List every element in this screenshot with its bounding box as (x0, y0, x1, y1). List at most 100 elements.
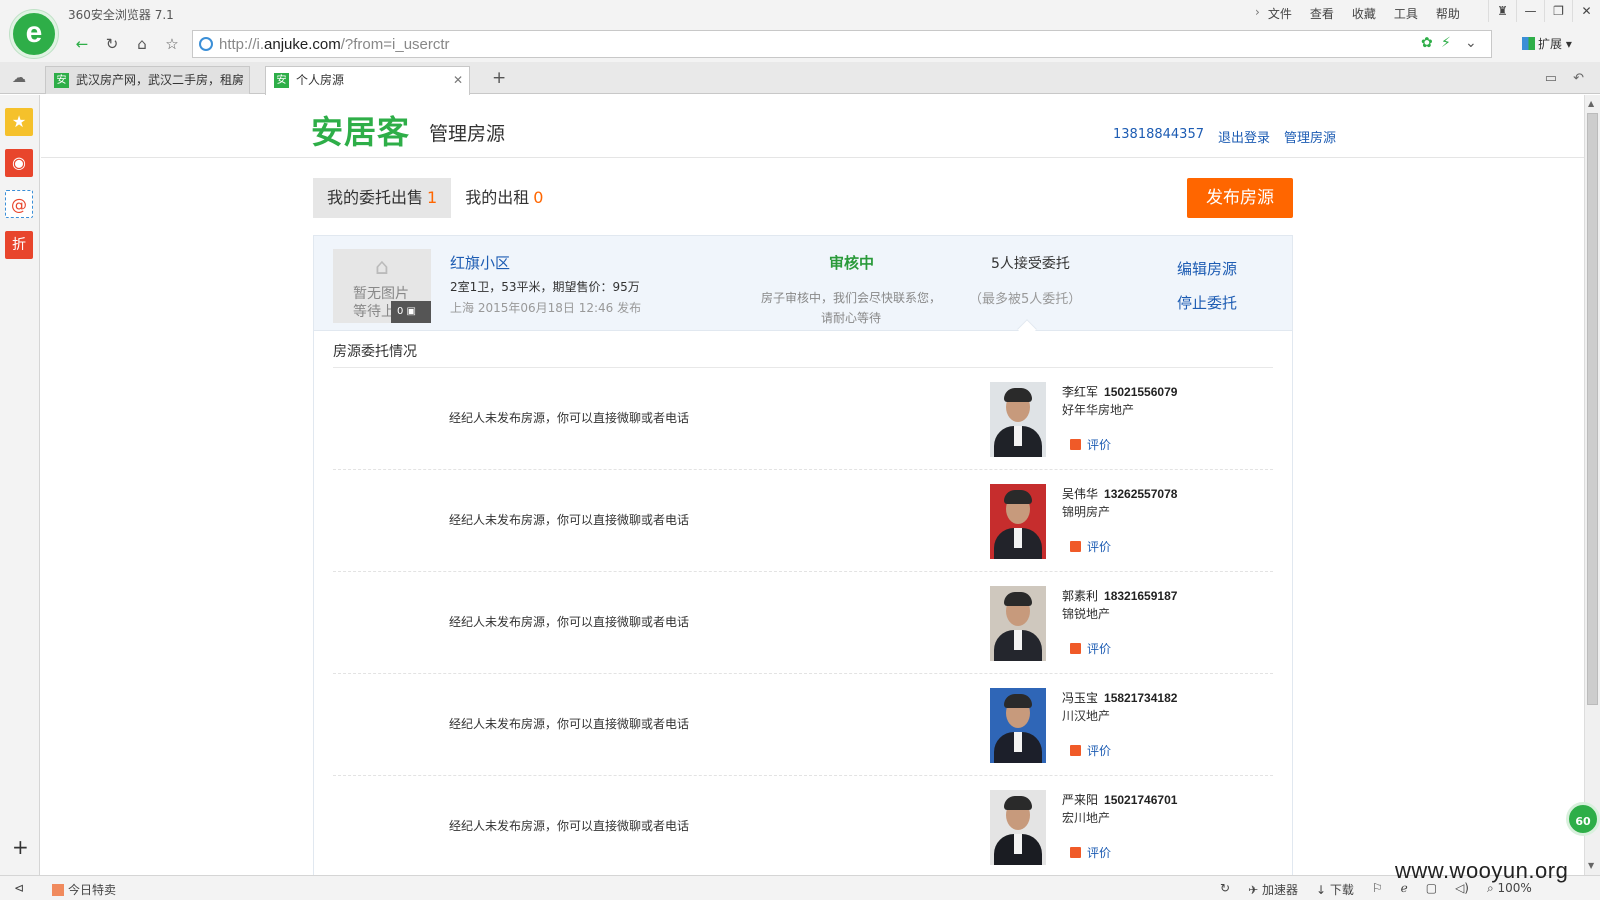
address-bar[interactable]: http://i.anjuke.com/?from=i_userctr ✿ ⚡ … (192, 30, 1492, 58)
listing-actions: 编辑房源 停止委托 (1177, 252, 1237, 320)
rate-agent-button[interactable]: 评价 (1070, 538, 1111, 555)
rate-icon (1070, 439, 1081, 450)
listing-thumbnail[interactable]: ⌂ 暂无图片 等待上 0 ▣ (333, 249, 431, 323)
menu-chevron-icon[interactable]: › (1255, 5, 1260, 22)
tab-list-icon[interactable]: ▭ (1545, 71, 1557, 86)
discount-icon[interactable]: 折 (5, 231, 33, 259)
agent-name: 吴伟华 13262557078 (1062, 487, 1178, 501)
home-button[interactable]: ⌂ (130, 32, 154, 56)
page-title: 管理房源 (429, 123, 506, 145)
download-button[interactable]: ↓ 下载 (1316, 881, 1354, 898)
agent-message: 经纪人未发布房源，你可以直接微聊或者电话 (449, 615, 690, 629)
browser-sidebar: ★ ◉ @ 折 + (0, 95, 40, 875)
collapse-sidebar-icon[interactable]: ⊲ (14, 881, 24, 895)
cloud-icon[interactable]: ☁ (12, 70, 26, 86)
back-button[interactable]: ← (70, 32, 94, 56)
rate-agent-button[interactable]: 评价 (1070, 640, 1111, 657)
status-badge: 审核中 (829, 254, 875, 272)
nav-buttons: ← ↻ ⌂ ☆ (70, 32, 184, 56)
agent-message: 经纪人未发布房源，你可以直接微聊或者电话 (449, 819, 690, 833)
tab-my-rent[interactable]: 我的出租 0 (451, 178, 557, 218)
edit-listing-link[interactable]: 编辑房源 (1177, 252, 1237, 286)
rate-agent-button[interactable]: 评价 (1070, 742, 1111, 759)
weibo-icon[interactable]: ◉ (5, 149, 33, 177)
agent-phone: 15021746701 (1104, 793, 1178, 807)
rate-agent-button[interactable]: 评价 (1070, 844, 1111, 861)
agent-message: 经纪人未发布房源，你可以直接微聊或者电话 (449, 411, 690, 425)
address-url[interactable]: http://i.anjuke.com/?from=i_userctr (219, 36, 450, 53)
rate-agent-button[interactable]: 评价 (1070, 436, 1111, 453)
refresh-button[interactable]: ↻ (100, 32, 124, 56)
header-links: 13818844357 退出登录 管理房源 (1113, 127, 1336, 146)
stop-commission-link[interactable]: 停止委托 (1177, 286, 1237, 320)
close-window-button[interactable]: ✕ (1572, 0, 1600, 22)
menu-view[interactable]: 查看 (1310, 5, 1334, 22)
listing-name[interactable]: 红旗小区 (450, 252, 510, 273)
site-header: 安居客 管理房源 13818844357 退出登录 管理房源 (41, 95, 1584, 158)
skin-icon[interactable]: ♜ (1488, 0, 1516, 22)
scrollbar-thumb[interactable] (1587, 113, 1598, 705)
flag-icon[interactable]: ⚐ (1372, 881, 1383, 898)
agent-photo[interactable] (990, 484, 1046, 559)
address-dropdown-icon[interactable]: ⌄ (1465, 35, 1477, 51)
scroll-up-icon[interactable]: ▲ (1588, 99, 1594, 108)
agent-company: 宏川地产 (1062, 811, 1111, 825)
agent-phone: 15021556079 (1104, 385, 1178, 399)
commission-panel: 房源委托情况 经纪人未发布房源，你可以直接微聊或者电话 李红军 1502155607… (313, 331, 1293, 875)
mail-icon[interactable]: @ (5, 190, 33, 218)
top-menu: › 文件 查看 收藏 工具 帮助 (1255, 5, 1460, 22)
agent-photo[interactable] (990, 688, 1046, 763)
tab-bar-tools: ▭ ↶ (1545, 71, 1584, 86)
agent-photo[interactable] (990, 586, 1046, 661)
user-phone-link[interactable]: 13818844357 (1113, 127, 1204, 146)
speed-badge[interactable]: 60 (1566, 802, 1600, 836)
browser-logo[interactable]: e (10, 10, 58, 58)
star-icon[interactable]: ★ (5, 108, 33, 136)
tab-wuhan-realestate[interactable]: 安 武汉房产网，武汉二手房，租房 ✕ (45, 66, 250, 94)
rate-icon (1070, 847, 1081, 858)
publish-listing-button[interactable]: 发布房源 (1187, 178, 1293, 218)
site-globe-icon (199, 37, 213, 51)
maximize-button[interactable]: ❐ (1544, 0, 1572, 22)
anjuke-logo[interactable]: 安居客 (311, 107, 410, 153)
scroll-down-icon[interactable]: ▼ (1588, 861, 1594, 870)
agent-photo[interactable] (990, 790, 1046, 865)
accelerator-button[interactable]: ✈ 加速器 (1248, 881, 1298, 898)
close-tab-icon[interactable]: ✕ (453, 67, 463, 93)
agent-company: 锦明房产 (1062, 505, 1111, 519)
agent-row: 经纪人未发布房源，你可以直接微聊或者电话 郭素利 18321659187 锦锐地产 评价 (333, 572, 1273, 674)
agent-name: 冯玉宝 15821734182 (1062, 691, 1178, 705)
menu-tools[interactable]: 工具 (1394, 5, 1418, 22)
manage-listings-link[interactable]: 管理房源 (1284, 127, 1336, 146)
close-tab-icon[interactable]: ✕ (233, 67, 243, 93)
tab-personal-listings[interactable]: 安 个人房源 ✕ (265, 66, 470, 95)
agent-company: 川汉地产 (1062, 709, 1111, 723)
anjuke-favicon-icon: 安 (274, 73, 289, 88)
menu-help[interactable]: 帮助 (1436, 5, 1460, 22)
menu-file[interactable]: 文件 (1268, 5, 1292, 22)
daily-deal-link[interactable]: 今日特卖 (52, 881, 116, 898)
favorite-star-button[interactable]: ☆ (160, 32, 184, 56)
menu-favorites[interactable]: 收藏 (1352, 5, 1376, 22)
refresh-status-icon[interactable]: ↻ (1220, 881, 1230, 898)
lightning-icon[interactable]: ⚡ (1441, 35, 1451, 51)
extensions-icon (1522, 37, 1535, 50)
extensions-button[interactable]: 扩展 ▾ (1522, 35, 1572, 52)
rate-icon (1070, 643, 1081, 654)
agent-name: 严来阳 15021746701 (1062, 793, 1178, 807)
vertical-scrollbar[interactable]: ▲ ▼ (1584, 95, 1600, 875)
logout-link[interactable]: 退出登录 (1218, 127, 1270, 146)
rate-icon (1070, 745, 1081, 756)
status-note: 房子审核中，我们会尽快联系您， 请耐心等待 (760, 291, 941, 325)
undo-close-icon[interactable]: ↶ (1573, 71, 1584, 86)
tab-my-sale[interactable]: 我的委托出售 1 (313, 178, 452, 218)
agent-phone: 13262557078 (1104, 487, 1178, 501)
new-tab-button[interactable]: + (492, 68, 506, 88)
listing-date: 上海 2015年06月18日 12:46 发布 (450, 301, 642, 315)
minimize-button[interactable]: — (1516, 0, 1544, 22)
add-sidebar-item-icon[interactable]: + (12, 835, 29, 859)
security-shield-icon[interactable]: ✿ (1421, 35, 1433, 51)
agent-photo[interactable] (990, 382, 1046, 457)
panel-title: 房源委托情况 (333, 344, 417, 360)
agent-list: 经纪人未发布房源，你可以直接微聊或者电话 李红军 15021556079 好年华房地产… (333, 367, 1273, 875)
